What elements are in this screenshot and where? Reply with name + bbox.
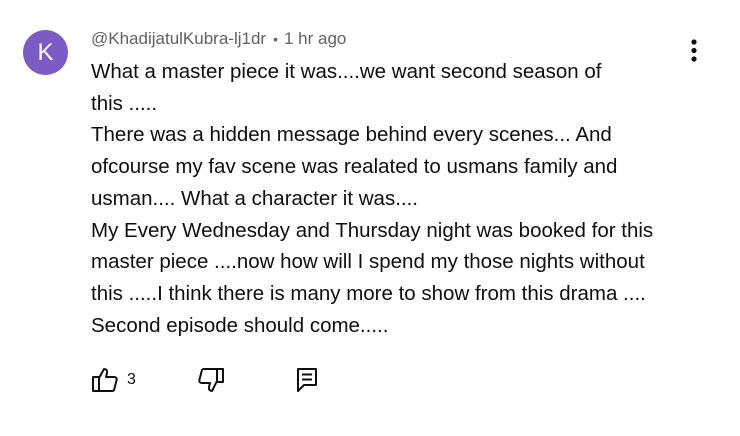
avatar[interactable]: K <box>23 30 68 75</box>
comment-line: this ..... <box>91 91 158 115</box>
comment-line: ofcourse my fav scene was realated to us… <box>91 155 618 179</box>
comment-line: master piece ....now how will I spend my… <box>91 250 645 274</box>
reply-button[interactable] <box>295 366 319 394</box>
like-count: 3 <box>127 371 136 388</box>
separator-dot: • <box>273 31 278 47</box>
dislike-button[interactable] <box>197 366 225 394</box>
comment-header: @KhadijatulKubra-lj1dr • 1 hr ago <box>91 27 346 51</box>
timestamp[interactable]: 1 hr ago <box>284 29 346 48</box>
reply-icon <box>297 368 317 392</box>
comment-line: usman.... What a character it was.... <box>91 186 418 210</box>
thumb-up-icon <box>92 368 118 392</box>
author-handle[interactable]: @KhadijatulKubra-lj1dr <box>91 29 266 48</box>
comment-line: this .....I think there is many more to … <box>91 281 646 305</box>
comment-line: There was a hidden message behind every … <box>91 123 612 147</box>
comment-line: Second episode should come..... <box>91 313 389 337</box>
like-button[interactable]: 3 <box>91 366 143 394</box>
comment: K @KhadijatulKubra-lj1dr • 1 hr ago What a… <box>0 0 740 436</box>
comment-line: What a master piece it was....we want se… <box>91 60 602 83</box>
comment-line: My Every Wednesday and Thursday night wa… <box>91 218 654 242</box>
comment-text: What a master piece it was....we want se… <box>91 56 691 341</box>
thumb-down-icon <box>198 368 224 392</box>
avatar-letter: K <box>37 39 54 66</box>
